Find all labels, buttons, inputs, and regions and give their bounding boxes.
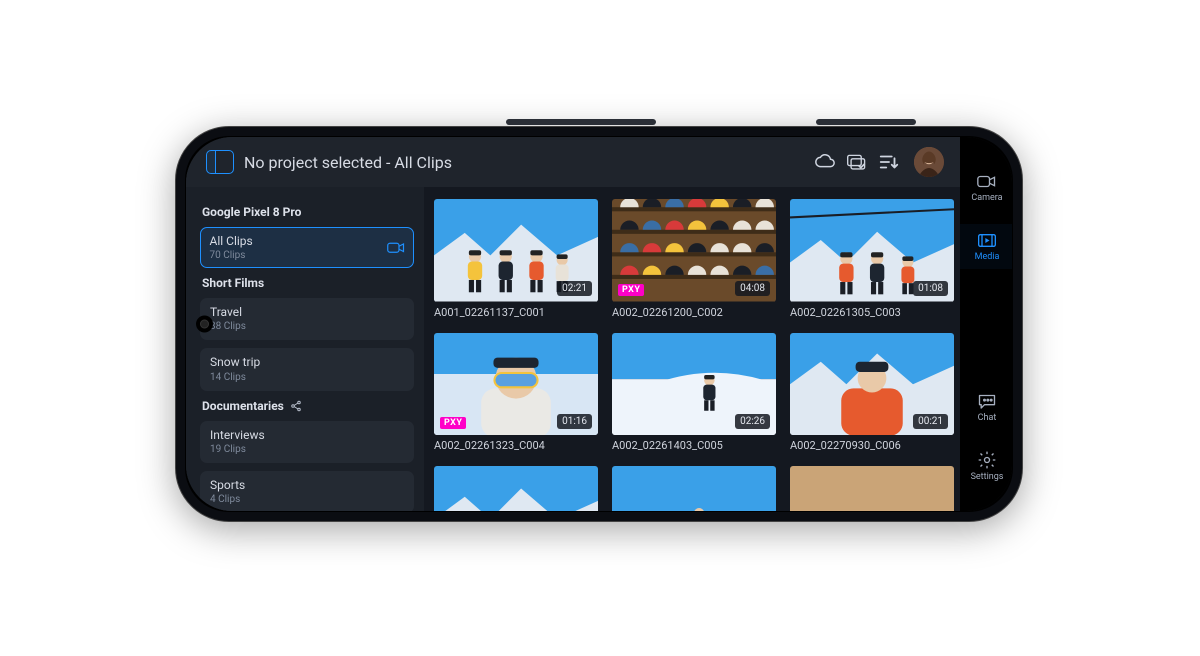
folder-name: Interviews <box>210 429 404 442</box>
sidebar-toggle-button[interactable] <box>206 150 234 174</box>
clip-duration: 02:26 <box>735 414 770 429</box>
select-clips-icon[interactable] <box>846 151 868 173</box>
clip-item[interactable]: PXY 01:07 A002_02271500_C001 <box>434 466 598 511</box>
folder-name: Sports <box>210 479 404 492</box>
proxy-badge: PXY <box>440 417 466 429</box>
section-title-text: Documentaries <box>202 399 284 413</box>
clip-thumbnail: PXY 01:07 <box>434 466 598 511</box>
clip-thumbnail: 02:26 <box>612 333 776 436</box>
clip-item[interactable]: 00:21 A002_02270930_C006 <box>790 333 954 453</box>
device-section-title: Google Pixel 8 Pro <box>202 205 414 219</box>
phone-frame: No project selected - All Clips <box>175 126 1023 522</box>
camera-icon <box>977 172 997 190</box>
proxy-badge: PXY <box>618 284 644 296</box>
clip-item[interactable]: PXY 04:08 A002_02261200_C002 <box>612 199 776 319</box>
rail-label: Media <box>975 252 1000 262</box>
top-bar: No project selected - All Clips <box>186 137 960 187</box>
sidebar-item-all-clips[interactable]: All Clips 70 Clips <box>200 227 414 268</box>
folder-count: 4 Clips <box>210 494 404 505</box>
rail-label: Chat <box>978 413 997 423</box>
page-title: No project selected - All Clips <box>244 153 804 172</box>
media-icon <box>977 231 997 249</box>
chat-icon <box>977 392 997 410</box>
section-short-films-title: Short Films <box>202 276 414 290</box>
clip-item[interactable]: 01:08 A002_02261305_C003 <box>790 199 954 319</box>
clip-thumbnail: 03:02 <box>790 466 954 511</box>
folder-name: All Clips <box>210 235 387 248</box>
sidebar-item-snow-trip[interactable]: Snow trip 14 Clips <box>200 348 414 390</box>
shared-icon <box>290 400 302 412</box>
clip-name: A002_02261323_C004 <box>434 439 598 452</box>
rail-item-chat[interactable]: Chat <box>960 385 1012 430</box>
folder-name: Travel <box>210 306 404 319</box>
user-avatar[interactable] <box>914 147 944 177</box>
folder-count: 19 Clips <box>210 444 404 455</box>
front-camera-dot <box>200 320 209 329</box>
right-nav-rail: Camera Media Chat <box>960 137 1012 511</box>
clip-item[interactable]: PXY 01:16 A002_02261323_C004 <box>434 333 598 453</box>
camera-icon <box>387 241 405 255</box>
clip-name: A001_02261137_C001 <box>434 306 598 319</box>
clip-thumbnail: PXY 04:08 <box>612 199 776 302</box>
clip-grid-container[interactable]: 02:21 A001_02261137_C001 PXY 04:08 A002_… <box>424 187 960 511</box>
rail-label: Camera <box>971 193 1002 203</box>
folder-count: 14 Clips <box>210 372 404 383</box>
sidebar-item-interviews[interactable]: Interviews 19 Clips <box>200 421 414 463</box>
sidebar: Google Pixel 8 Pro All Clips 70 Clips <box>186 187 424 511</box>
settings-icon <box>977 451 997 469</box>
clip-grid: 02:21 A001_02261137_C001 PXY 04:08 A002_… <box>434 199 954 511</box>
clip-name: A002_02261403_C005 <box>612 439 776 452</box>
main-area: No project selected - All Clips <box>186 137 960 511</box>
clip-thumbnail: 00:21 <box>790 333 954 436</box>
clip-thumbnail: PXY 01:16 <box>434 333 598 436</box>
sort-icon[interactable] <box>878 151 900 173</box>
clip-thumbnail: 01:08 <box>790 199 954 302</box>
clip-duration: 01:08 <box>913 281 948 296</box>
power-button <box>816 119 916 125</box>
clip-name: A002_02261200_C002 <box>612 306 776 319</box>
clip-name: A002_02261305_C003 <box>790 306 954 319</box>
clip-name: A002_02270930_C006 <box>790 439 954 452</box>
clip-item[interactable]: 03:02 A003_01310725_C002 <box>790 466 954 511</box>
rail-item-settings[interactable]: Settings <box>960 444 1012 489</box>
clip-thumbnail: 02:21 <box>434 199 598 302</box>
sidebar-item-sports[interactable]: Sports 4 Clips <box>200 471 414 511</box>
clip-thumbnail: 00:19 <box>612 466 776 511</box>
clip-item[interactable]: 00:19 A002_02280720_C001 <box>612 466 776 511</box>
folder-name: Snow trip <box>210 356 404 369</box>
cloud-sync-icon[interactable] <box>814 151 836 173</box>
volume-buttons <box>506 119 656 125</box>
clip-duration: 00:21 <box>913 414 948 429</box>
clip-duration: 04:08 <box>735 281 770 296</box>
folder-count: 70 Clips <box>210 250 387 261</box>
content-body: Google Pixel 8 Pro All Clips 70 Clips <box>186 187 960 511</box>
folder-count: 38 Clips <box>210 321 404 332</box>
section-documentaries-title: Documentaries <box>202 399 414 413</box>
clip-duration: 01:16 <box>557 414 592 429</box>
rail-label: Settings <box>971 472 1004 482</box>
clip-item[interactable]: 02:21 A001_02261137_C001 <box>434 199 598 319</box>
sidebar-item-travel[interactable]: Travel 38 Clips <box>200 298 414 340</box>
clip-duration: 02:21 <box>557 281 592 296</box>
rail-item-media[interactable]: Media <box>960 224 1012 269</box>
clip-item[interactable]: 02:26 A002_02261403_C005 <box>612 333 776 453</box>
screen: No project selected - All Clips <box>186 137 1012 511</box>
rail-item-camera[interactable]: Camera <box>960 165 1012 210</box>
